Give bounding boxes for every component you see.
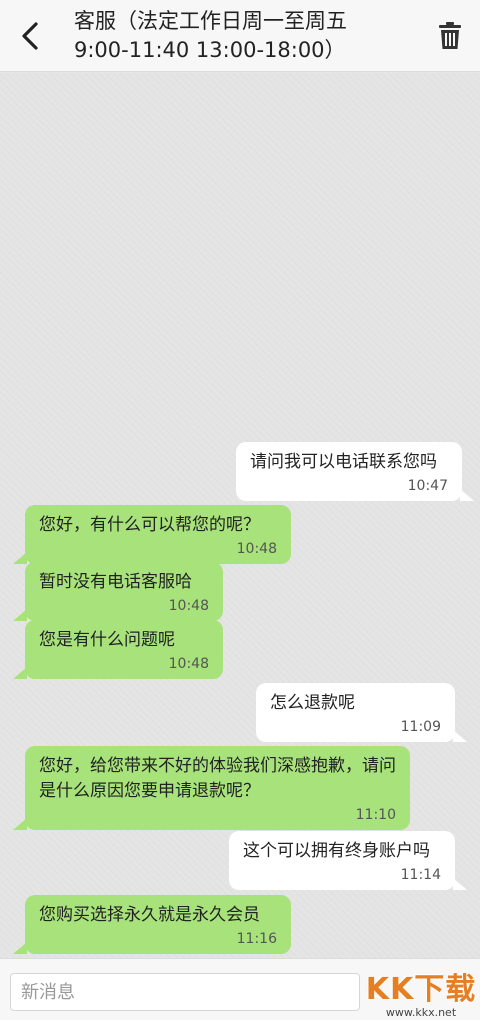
message-sent: 这个可以拥有终身账户吗 11:14 — [229, 831, 467, 890]
trash-icon — [439, 21, 461, 49]
message-bubble[interactable]: 您好，有什么可以帮您的呢？ 10:48 — [13, 505, 291, 564]
message-received: 您好，有什么可以帮您的呢？ 10:48 — [13, 505, 291, 564]
message-time: 11:14 — [400, 867, 441, 883]
delete-button[interactable] — [420, 0, 480, 72]
message-received: 您是有什么问题呢 10:48 — [13, 620, 223, 679]
message-time: 11:09 — [400, 719, 441, 735]
message-bubble[interactable]: 怎么退款呢 11:09 — [256, 683, 467, 742]
message-received: 您好，给您带来不好的体验我们深感抱歉，请问是什么原因您要申请退款呢？ 11:10 — [13, 746, 410, 830]
back-button[interactable] — [0, 0, 60, 72]
chat-area[interactable]: 请问我可以电话联系您吗 10:47 您好，有什么可以帮您的呢？ 10:48 暂时… — [0, 73, 480, 958]
message-input[interactable] — [10, 973, 360, 1011]
message-received: 暂时没有电话客服哈 10:48 — [13, 562, 223, 621]
watermark-text: KK下载 — [365, 971, 477, 1007]
watermark-logo: KK下载 www.kkx.net — [362, 962, 480, 1020]
chevron-left-icon — [22, 21, 38, 50]
message-text: 怎么退款呢 — [270, 693, 355, 713]
header: 客服（法定工作日周一至周五 9:00-11:40 13:00-18:00） — [0, 0, 480, 72]
watermark-url: www.kkx.net — [385, 1005, 457, 1019]
message-time: 10:48 — [168, 656, 209, 672]
page-title: 客服（法定工作日周一至周五 9:00-11:40 13:00-18:00） — [74, 8, 347, 62]
message-text: 这个可以拥有终身账户吗 — [243, 841, 430, 861]
message-bubble[interactable]: 暂时没有电话客服哈 10:48 — [13, 562, 223, 621]
message-time: 10:48 — [236, 541, 277, 557]
message-text: 您好，给您带来不好的体验我们深感抱歉，请问是什么原因您要申请退款呢？ — [39, 756, 396, 801]
message-bubble[interactable]: 您好，给您带来不好的体验我们深感抱歉，请问是什么原因您要申请退款呢？ 11:10 — [13, 746, 410, 830]
message-bubble[interactable]: 您购买选择永久就是永久会员 11:16 — [13, 895, 291, 954]
message-bubble[interactable]: 请问我可以电话联系您吗 10:47 — [236, 442, 474, 501]
message-text: 请问我可以电话联系您吗 — [250, 452, 437, 472]
message-text: 您是有什么问题呢 — [39, 630, 175, 650]
message-time: 10:47 — [407, 478, 448, 494]
message-time: 11:10 — [355, 807, 396, 823]
message-time: 11:16 — [236, 931, 277, 947]
message-received: 您购买选择永久就是永久会员 11:16 — [13, 895, 291, 954]
message-time: 10:48 — [168, 598, 209, 614]
message-text: 暂时没有电话客服哈 — [39, 572, 192, 592]
message-text: 您好，有什么可以帮您的呢？ — [39, 515, 260, 535]
message-text: 您购买选择永久就是永久会员 — [39, 905, 260, 925]
message-sent: 怎么退款呢 11:09 — [256, 683, 467, 742]
message-bubble[interactable]: 您是有什么问题呢 10:48 — [13, 620, 223, 679]
message-sent: 请问我可以电话联系您吗 10:47 — [236, 442, 474, 501]
message-bubble[interactable]: 这个可以拥有终身账户吗 11:14 — [229, 831, 467, 890]
